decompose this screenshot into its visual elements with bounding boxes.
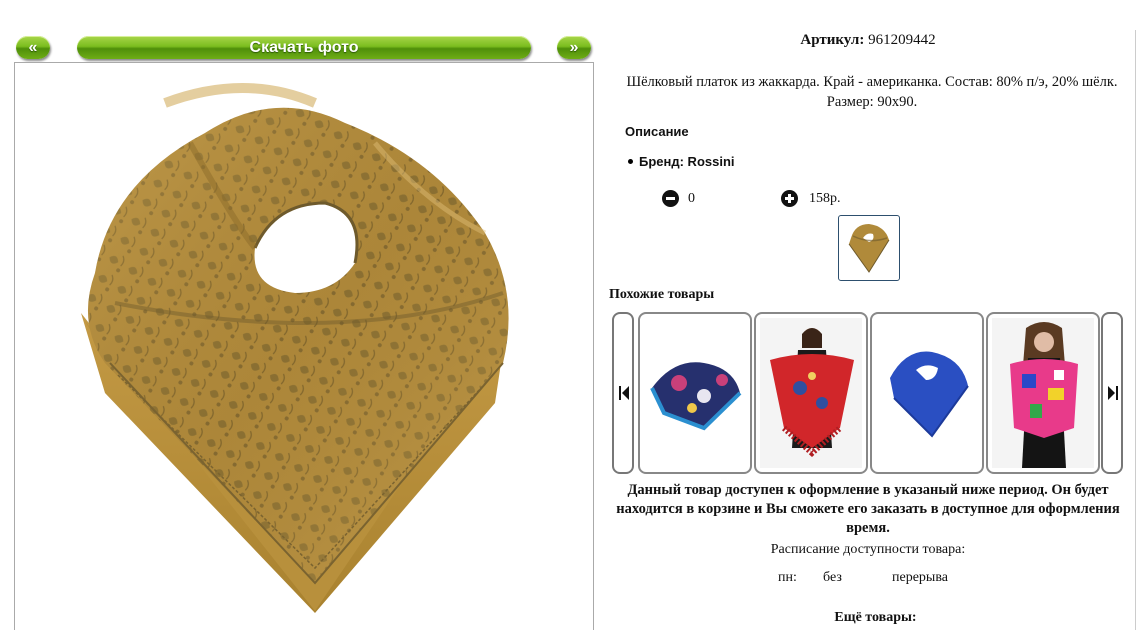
download-photo-button[interactable]: Скачать фото	[77, 36, 531, 59]
product-thumbnail[interactable]	[838, 215, 900, 281]
skip-back-icon	[619, 386, 629, 400]
carousel-prev-button[interactable]	[612, 312, 634, 474]
schedule-value: без	[823, 570, 842, 585]
scarf-navy-floral-image	[650, 362, 742, 431]
brand-text: Бренд: Rossini	[639, 154, 735, 169]
scarf-blue-image	[890, 351, 969, 438]
decrease-quantity-icon[interactable]	[662, 190, 679, 207]
carousel-next-button[interactable]	[1101, 312, 1123, 474]
quantity-value: 0	[688, 191, 695, 206]
main-product-photo	[14, 62, 594, 630]
product-description: Шёлковый платок из жаккарда. Край - амер…	[626, 74, 1118, 110]
similar-product-card[interactable]	[986, 312, 1100, 474]
schedule-value: перерыва	[892, 570, 948, 585]
schedule-title: Расписание доступности товара:	[770, 542, 966, 557]
model-red-shawl-image	[770, 328, 854, 458]
similar-product-card[interactable]	[870, 312, 984, 474]
article-label: Артикул:	[800, 32, 865, 48]
similar-products-title: Похожие товары	[609, 287, 715, 302]
more-products-title: Ещё товары:	[834, 610, 917, 625]
brand-list-item: Бренд: Rossini	[628, 154, 735, 169]
increase-quantity-icon[interactable]	[781, 190, 798, 207]
availability-notice: Данный товар доступен к оформление в ука…	[616, 482, 1120, 536]
previous-photo-button[interactable]: «	[16, 36, 50, 59]
description-heading: Описание	[625, 124, 689, 139]
next-photo-button[interactable]: »	[557, 36, 591, 59]
gold-scarf-thumbnail-image	[848, 224, 890, 273]
article-line: Артикул: 961209442	[598, 32, 1138, 49]
similar-product-card[interactable]	[638, 312, 752, 474]
schedule-day: пн:	[778, 570, 797, 585]
skip-forward-icon	[1108, 386, 1118, 400]
article-value: 961209442	[868, 32, 936, 48]
bullet-icon	[628, 159, 633, 165]
model-multicolor-scarf-image	[1010, 322, 1078, 468]
product-details-panel: Артикул: 961209442 Шёлковый платок из жа…	[598, 0, 1138, 630]
similar-product-card[interactable]	[754, 312, 868, 474]
divider	[1135, 30, 1136, 630]
gold-scarf-image	[81, 83, 509, 613]
price: 158р.	[809, 191, 841, 206]
